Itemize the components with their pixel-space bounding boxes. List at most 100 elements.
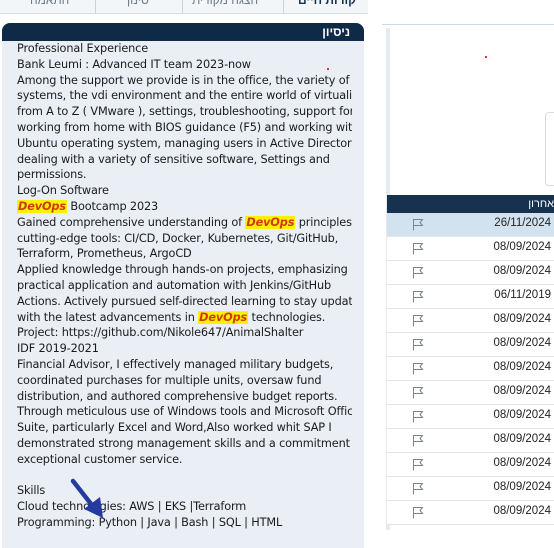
- tab-divider: [182, 0, 183, 13]
- panel-title: ניסיון: [2, 23, 364, 41]
- text-line: practical application and automation wit…: [17, 278, 352, 294]
- text-segment: Applied knowledge through hands-on proje…: [17, 263, 348, 277]
- text-line: distribution, and authored comprehensive…: [17, 389, 352, 405]
- text-segment: Terraform, Prometheus, ArgoCD: [17, 247, 192, 261]
- text-line: from A to Z ( VMware ), settings, troubl…: [17, 104, 352, 120]
- text-line: dealing with a variety of sensitive soft…: [17, 152, 352, 168]
- flag-icon[interactable]: [412, 362, 424, 380]
- text-line: IDF 2019-2021: [17, 341, 352, 357]
- text-line: with the latest advancements in DevOps t…: [17, 310, 352, 326]
- flag-icon[interactable]: [412, 482, 424, 500]
- experience-text: Professional Experience Bank Leumi : Adva…: [2, 41, 364, 531]
- table-row[interactable]: 08/09/2024: [387, 357, 554, 381]
- text-segment: exceptional customer service.: [17, 452, 183, 466]
- flag-icon[interactable]: [412, 410, 424, 428]
- table-row[interactable]: 08/09/2024: [387, 429, 554, 453]
- flag-icon[interactable]: [412, 266, 424, 284]
- row-date: 08/09/2024: [493, 241, 551, 253]
- text-segment: with the latest advancements in: [17, 310, 199, 324]
- marker-dot: [485, 56, 487, 58]
- experience-panel: ניסיון Professional Experience Bank Leumi…: [2, 23, 364, 548]
- text-line: permissions.: [17, 167, 352, 183]
- text-line: Programming: Python | Java | Bash | SQL …: [17, 515, 352, 531]
- table-body: 26/11/2024 08/09/2024 08/09/2024 06/11/2019…: [387, 213, 554, 525]
- row-date: 08/09/2024: [493, 313, 551, 325]
- table-row[interactable]: 08/09/2024: [387, 501, 554, 525]
- card-edge: [545, 112, 554, 186]
- text-segment: Ubuntu operating system, managing users …: [17, 136, 352, 150]
- tab-resume[interactable]: קורות חיים: [298, 0, 356, 13]
- text-segment: Through meticulous use of Windows tools …: [17, 405, 352, 419]
- table-row[interactable]: 08/09/2024: [387, 309, 554, 333]
- tab-divider: [283, 0, 284, 13]
- text-segment: Bank Leumi : Advanced IT team 2023-now: [17, 57, 251, 71]
- flag-icon[interactable]: [412, 458, 424, 476]
- text-segment: practical application and automation wit…: [17, 278, 331, 292]
- text-line: Skills: [17, 483, 352, 499]
- flag-icon[interactable]: [412, 338, 424, 356]
- table-row[interactable]: 26/11/2024: [387, 213, 554, 237]
- text-segment: IDF 2019-2021: [17, 342, 99, 356]
- text-line: exceptional customer service.: [17, 452, 352, 468]
- table-row[interactable]: 08/09/2024: [387, 333, 554, 357]
- row-date: 08/09/2024: [493, 385, 551, 397]
- table-row[interactable]: 06/11/2019: [387, 285, 554, 309]
- text-segment: Professional Experience: [17, 42, 149, 55]
- flag-icon[interactable]: [412, 218, 424, 236]
- flag-icon[interactable]: [412, 314, 424, 332]
- text-segment: technologies.: [248, 310, 326, 324]
- text-line: Cloud technologies: AWS | EKS |Terraform: [17, 499, 352, 515]
- text-segment: coordinated purchases for multiple units…: [17, 373, 322, 387]
- marker-dot: [327, 68, 329, 70]
- row-date: 08/09/2024: [493, 457, 551, 469]
- table-row[interactable]: 08/09/2024: [387, 477, 554, 501]
- table-row[interactable]: 08/09/2024: [387, 381, 554, 405]
- keyword-highlight: DevOps: [198, 310, 249, 324]
- table-row[interactable]: 08/09/2024: [387, 453, 554, 477]
- text-line: Project: https://github.com/Nikole647/An…: [17, 325, 352, 341]
- row-date: 08/09/2024: [493, 265, 551, 277]
- text-line: Financial Advisor, I effectively managed…: [17, 357, 352, 373]
- text-segment: cutting-edge tools: CI/CD, Docker, Kuber…: [17, 231, 339, 245]
- tab-filter[interactable]: סינון: [127, 0, 149, 13]
- tab-original-view[interactable]: הצגה מקורית: [192, 0, 258, 13]
- tab-match[interactable]: התאמה: [30, 0, 69, 13]
- section-divider: [382, 24, 554, 25]
- text-segment: Cloud technologies: AWS | EKS |Terraform: [17, 500, 247, 514]
- text-line: Through meticulous use of Windows tools …: [17, 404, 352, 420]
- text-line: Applied knowledge through hands-on proje…: [17, 262, 352, 278]
- flag-icon[interactable]: [412, 434, 424, 452]
- flag-icon[interactable]: [412, 290, 424, 308]
- text-segment: Bootcamp 2023: [66, 199, 159, 213]
- text-line: working from home with BIOS guidance (F5…: [17, 120, 352, 136]
- table-row[interactable]: 08/09/2024: [387, 261, 554, 285]
- row-date: 26/11/2024: [494, 217, 551, 229]
- keyword-highlight: DevOps: [245, 215, 296, 229]
- text-line: Bank Leumi : Advanced IT team 2023-now: [17, 57, 352, 73]
- text-segment: principles and: [298, 215, 352, 229]
- text-segment: Skills: [17, 484, 46, 498]
- row-date: 08/09/2024: [493, 433, 551, 445]
- text-line: demonstrated strong management skills an…: [17, 436, 352, 452]
- text-segment: Actions. Actively pursued self-directed …: [17, 294, 352, 308]
- row-date: 08/09/2024: [493, 481, 551, 493]
- text-line: Gained comprehensive understanding of De…: [17, 215, 352, 231]
- text-line: DevOps Bootcamp 2023: [17, 199, 352, 215]
- text-line: Among the support we provide is in the o…: [17, 73, 352, 89]
- flag-icon[interactable]: [412, 386, 424, 404]
- text-segment: from A to Z ( VMware ), settings, troubl…: [17, 105, 352, 119]
- text-line: Professional Experience: [17, 41, 352, 57]
- results-table: אחרון 26/11/2024 08/09/2024 08/09/2024 06/1…: [387, 195, 554, 525]
- text-segment: dealing with a variety of sensitive soft…: [17, 152, 330, 166]
- text-line: systems, the vdi environment and the ent…: [17, 88, 352, 104]
- flag-icon[interactable]: [412, 506, 424, 524]
- text-segment: systems, the vdi environment and the ent…: [17, 89, 352, 103]
- table-row[interactable]: 08/09/2024: [387, 237, 554, 261]
- text-segment: permissions.: [17, 168, 87, 182]
- row-date: 08/09/2024: [493, 361, 551, 373]
- text-line: Suite, particularly Excel and Word,Also …: [17, 420, 352, 436]
- text-line: cutting-edge tools: CI/CD, Docker, Kuber…: [17, 231, 352, 247]
- flag-icon[interactable]: [412, 242, 424, 260]
- table-row[interactable]: 08/09/2024: [387, 405, 554, 429]
